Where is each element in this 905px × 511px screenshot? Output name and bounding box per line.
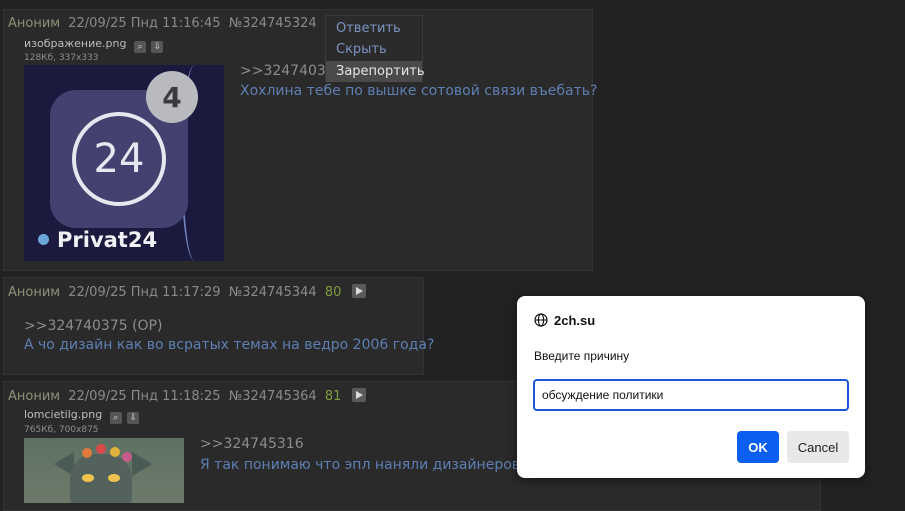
- flower-graphic: [96, 444, 106, 454]
- search-icon[interactable]: ⌕: [133, 41, 146, 53]
- post-number[interactable]: №324745344: [229, 285, 317, 300]
- file-name: lomcietilg.png ⌕ ⇩: [24, 408, 140, 424]
- app-icon-number: 24: [72, 112, 166, 206]
- eye-graphic: [82, 474, 94, 482]
- ear-graphic: [132, 452, 152, 476]
- reply-link[interactable]: >>324745316: [200, 436, 304, 452]
- file-link[interactable]: изображение.png: [24, 37, 126, 50]
- file-link[interactable]: lomcietilg.png: [24, 408, 102, 421]
- post-message: А чо дизайн как во всратых темах на ведр…: [24, 337, 435, 353]
- post-date: 22/09/25 Пнд 11:17:29: [68, 285, 221, 300]
- post-number[interactable]: №324745364: [229, 389, 317, 404]
- post-date: 22/09/25 Пнд 11:16:45: [68, 16, 221, 31]
- search-icon[interactable]: ⌕: [109, 412, 122, 424]
- reason-input[interactable]: [533, 379, 849, 411]
- file-name: изображение.png ⌕ ⇩: [24, 37, 164, 53]
- download-icon[interactable]: ⇩: [127, 412, 140, 424]
- report-reason-dialog: 2ch.su Введите причину OK Cancel: [517, 296, 865, 478]
- post-header: Аноним 22/09/25 Пнд 11:16:45 №324745324 …: [8, 15, 370, 31]
- flower-graphic: [122, 452, 132, 462]
- eye-graphic: [108, 474, 120, 482]
- notification-badge: 4: [146, 71, 198, 123]
- post-context-menu: Ответить Скрыть Зарепортить: [325, 15, 425, 82]
- poster-name: Аноним: [8, 389, 61, 404]
- post-message: Я так понимаю что эпл наняли дизайнеров …: [200, 457, 542, 473]
- post-image-thumbnail[interactable]: 24 4 Privat24: [24, 65, 224, 261]
- menu-item-hide[interactable]: Скрыть: [326, 39, 422, 60]
- brand-text: Privat24: [57, 228, 158, 252]
- dialog-site-name: 2ch.su: [554, 313, 596, 328]
- file-meta: 765Кб, 700x875: [24, 425, 99, 435]
- poster-name: Аноним: [8, 16, 61, 31]
- post-header: Аноним 22/09/25 Пнд 11:18:25 №324745364 …: [8, 388, 370, 404]
- ok-button[interactable]: OK: [737, 431, 779, 463]
- dot-icon: [38, 234, 49, 245]
- brand-label: Privat24: [38, 228, 157, 252]
- reply-link[interactable]: >>324740375 (OP): [24, 318, 162, 334]
- poster-name: Аноним: [8, 285, 61, 300]
- play-icon[interactable]: [351, 388, 366, 402]
- post-image-thumbnail[interactable]: [24, 438, 184, 503]
- download-icon[interactable]: ⇩: [151, 41, 164, 53]
- flower-graphic: [110, 447, 120, 457]
- menu-item-report[interactable]: Зарепортить: [326, 61, 425, 82]
- post-message: Хохлина тебе по вышке сотовой связи въеб…: [240, 83, 598, 99]
- character-face: [70, 454, 132, 503]
- post-header: Аноним 22/09/25 Пнд 11:17:29 №324745344 …: [8, 284, 370, 300]
- menu-item-reply[interactable]: Ответить: [326, 18, 422, 39]
- play-icon[interactable]: [351, 284, 366, 298]
- post-date: 22/09/25 Пнд 11:18:25: [68, 389, 221, 404]
- post-count: 81: [324, 389, 342, 404]
- flower-graphic: [82, 448, 92, 458]
- post-count: 80: [324, 285, 342, 300]
- dialog-prompt: Введите причину: [534, 349, 630, 363]
- post-number[interactable]: №324745324: [229, 16, 317, 31]
- cancel-button[interactable]: Cancel: [787, 431, 849, 463]
- globe-icon: [534, 313, 548, 327]
- file-meta: 128Кб, 337x333: [24, 53, 99, 63]
